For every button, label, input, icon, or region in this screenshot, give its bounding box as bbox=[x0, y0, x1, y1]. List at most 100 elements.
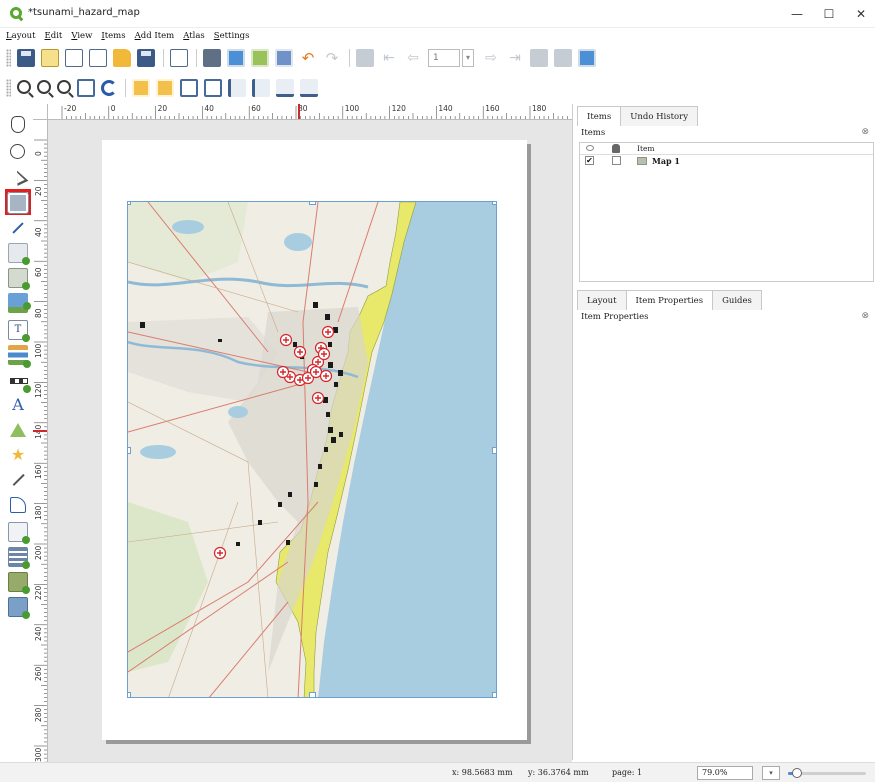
menu-bar: Layout Edit View Items Add Item Atlas Se… bbox=[0, 28, 875, 44]
menu-layout[interactable]: Layout bbox=[6, 31, 36, 41]
tab-items[interactable]: Items bbox=[577, 106, 622, 126]
add-picture-icon[interactable] bbox=[8, 293, 31, 313]
vertical-ruler[interactable]: 0 20 40 60 80 100 120 140 160 180 200 220 240 260 280 3… bbox=[33, 120, 48, 768]
zoom-tool-icon[interactable] bbox=[10, 144, 25, 159]
export-atlas-icon[interactable] bbox=[554, 49, 572, 67]
zoom-level-input[interactable]: 79.0% bbox=[697, 766, 753, 780]
visibility-checkbox[interactable]: ✔ bbox=[585, 156, 594, 165]
map-item[interactable] bbox=[127, 201, 497, 698]
list-item[interactable]: ✔ Map 1 bbox=[580, 155, 873, 167]
tab-undo-history[interactable]: Undo History bbox=[620, 106, 699, 126]
add-3d-map-icon[interactable] bbox=[8, 268, 30, 290]
menu-atlas[interactable]: Atlas bbox=[183, 31, 205, 41]
redo-icon[interactable]: ↷ bbox=[323, 49, 341, 67]
unlock-items-icon[interactable] bbox=[204, 79, 222, 97]
add-legend-icon[interactable] bbox=[8, 345, 31, 368]
menu-items[interactable]: Items bbox=[101, 31, 125, 41]
export-image-icon[interactable] bbox=[227, 49, 245, 67]
ruler-tick-label: 100 bbox=[34, 343, 43, 358]
previous-feature-icon[interactable]: ⇦ bbox=[404, 49, 422, 67]
toolbar-handle[interactable] bbox=[6, 49, 11, 67]
zoom-in-icon[interactable] bbox=[17, 80, 31, 94]
resize-handle[interactable] bbox=[128, 692, 131, 697]
toolbar-handle[interactable] bbox=[6, 79, 11, 97]
layout-manager-icon[interactable] bbox=[89, 49, 107, 67]
close-button[interactable]: ✕ bbox=[848, 4, 874, 24]
group-items-icon[interactable] bbox=[132, 79, 150, 97]
menu-edit[interactable]: Edit bbox=[45, 31, 63, 41]
print-icon[interactable] bbox=[203, 49, 221, 67]
select-move-item-icon[interactable] bbox=[8, 168, 28, 188]
menu-view[interactable]: View bbox=[71, 31, 92, 41]
move-content-icon[interactable] bbox=[7, 192, 29, 214]
edit-nodes-icon[interactable] bbox=[8, 219, 28, 239]
new-layout-icon[interactable] bbox=[41, 49, 59, 67]
resize-handle[interactable] bbox=[128, 202, 131, 205]
pan-hand-icon[interactable] bbox=[11, 116, 25, 133]
add-page-icon[interactable] bbox=[8, 243, 30, 265]
refresh-icon[interactable] bbox=[101, 80, 117, 96]
zoom-full-icon[interactable] bbox=[77, 79, 95, 97]
close-panel-icon[interactable]: ⊗ bbox=[861, 311, 869, 321]
align-left-icon[interactable] bbox=[252, 79, 270, 97]
add-pages-icon[interactable] bbox=[170, 49, 188, 67]
last-feature-icon[interactable]: ⇥ bbox=[506, 49, 524, 67]
add-label-icon[interactable]: T bbox=[8, 320, 30, 342]
item-name[interactable]: Map 1 bbox=[652, 156, 680, 166]
zoom-slider[interactable] bbox=[788, 768, 866, 778]
save-project-icon[interactable] bbox=[17, 49, 35, 67]
resize-handle[interactable] bbox=[309, 202, 316, 205]
tab-item-properties[interactable]: Item Properties bbox=[625, 290, 714, 310]
zoom-slider-handle[interactable] bbox=[792, 768, 803, 778]
add-scalebar-icon[interactable] bbox=[8, 370, 31, 393]
resize-handle[interactable] bbox=[128, 447, 131, 454]
tab-layout[interactable]: Layout bbox=[577, 290, 627, 310]
add-attribute-table-icon[interactable] bbox=[8, 572, 30, 594]
chevron-down-icon[interactable]: ▾ bbox=[762, 766, 780, 780]
add-north-arrow-icon[interactable]: A bbox=[8, 395, 28, 415]
add-marker-icon[interactable]: ★ bbox=[8, 445, 28, 465]
layout-canvas[interactable] bbox=[48, 120, 572, 768]
resize-handle[interactable] bbox=[492, 692, 496, 697]
layout-page[interactable] bbox=[102, 140, 527, 740]
open-template-icon[interactable] bbox=[113, 49, 131, 67]
resize-handle[interactable] bbox=[492, 202, 496, 205]
undo-icon[interactable]: ↶ bbox=[299, 49, 317, 67]
zoom-100-icon[interactable] bbox=[57, 80, 71, 94]
chevron-down-icon[interactable]: ▾ bbox=[462, 49, 474, 67]
maximize-button[interactable]: ☐ bbox=[816, 4, 842, 24]
save-template-icon[interactable] bbox=[137, 49, 155, 67]
minimize-button[interactable]: — bbox=[784, 4, 810, 24]
horizontal-ruler[interactable]: -20020406080100120140160180200220 bbox=[48, 104, 572, 120]
atlas-settings-icon[interactable] bbox=[578, 49, 596, 67]
menu-settings[interactable]: Settings bbox=[214, 31, 250, 41]
add-html-icon[interactable] bbox=[8, 522, 30, 544]
close-panel-icon[interactable]: ⊗ bbox=[861, 127, 869, 137]
tab-guides[interactable]: Guides bbox=[712, 290, 762, 310]
ungroup-items-icon[interactable] bbox=[156, 79, 174, 97]
items-list[interactable]: Item ✔ Map 1 bbox=[579, 142, 874, 282]
menu-add-item[interactable]: Add Item bbox=[135, 31, 175, 41]
lock-checkbox[interactable] bbox=[612, 156, 621, 165]
first-feature-icon[interactable]: ⇤ bbox=[380, 49, 398, 67]
add-elevation-profile-icon[interactable] bbox=[8, 597, 30, 619]
distribute-icon[interactable] bbox=[276, 79, 294, 97]
add-polygon-icon[interactable] bbox=[10, 497, 26, 513]
resize-icon[interactable] bbox=[300, 79, 318, 97]
eye-icon bbox=[586, 145, 594, 151]
add-shape-icon[interactable] bbox=[8, 420, 28, 440]
export-pdf-icon[interactable] bbox=[275, 49, 293, 67]
duplicate-layout-icon[interactable] bbox=[65, 49, 83, 67]
add-arrow-icon[interactable] bbox=[8, 470, 28, 490]
zoom-out-icon[interactable] bbox=[37, 80, 51, 94]
atlas-page-input[interactable]: 1 bbox=[428, 49, 460, 67]
next-feature-icon[interactable]: ⇨ bbox=[482, 49, 500, 67]
resize-handle[interactable] bbox=[309, 692, 316, 697]
raise-items-icon[interactable] bbox=[228, 79, 246, 97]
export-svg-icon[interactable] bbox=[251, 49, 269, 67]
print-atlas-icon[interactable] bbox=[530, 49, 548, 67]
resize-handle[interactable] bbox=[492, 447, 496, 454]
atlas-preview-icon[interactable] bbox=[356, 49, 374, 67]
add-fixed-table-icon[interactable] bbox=[8, 547, 30, 569]
lock-items-icon[interactable] bbox=[180, 79, 198, 97]
